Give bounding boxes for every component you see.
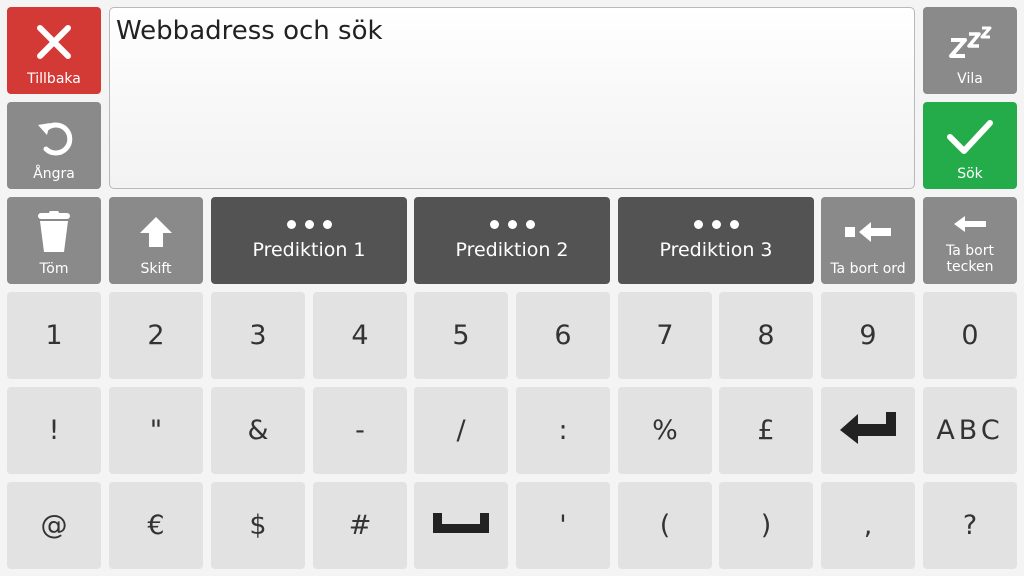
key-label: 3 bbox=[249, 320, 267, 351]
key-8[interactable]: 8 bbox=[719, 292, 813, 379]
key-label: $ bbox=[249, 510, 267, 541]
key-pound[interactable]: £ bbox=[719, 387, 813, 474]
key-at[interactable]: @ bbox=[7, 482, 101, 569]
key-hash[interactable]: # bbox=[313, 482, 407, 569]
key-label: ? bbox=[962, 510, 978, 541]
delete-word-icon bbox=[843, 205, 893, 259]
search-input[interactable]: Webbadress och sök bbox=[109, 7, 915, 189]
key-label: @ bbox=[40, 510, 68, 541]
trash-icon bbox=[37, 205, 71, 259]
key-dollar[interactable]: $ bbox=[211, 482, 305, 569]
prediction-1-button[interactable]: Prediktion 1 bbox=[211, 197, 407, 284]
key-label: , bbox=[863, 510, 873, 541]
delete-char-label-line2: tecken bbox=[946, 258, 994, 275]
key-comma[interactable]: , bbox=[821, 482, 915, 569]
key-label: 6 bbox=[554, 320, 572, 351]
prediction-1-label: Prediktion 1 bbox=[252, 239, 366, 261]
back-button[interactable]: Tillbaka bbox=[7, 7, 101, 94]
undo-icon bbox=[34, 110, 74, 164]
prediction-3-button[interactable]: Prediktion 3 bbox=[618, 197, 814, 284]
shift-arrow-icon bbox=[139, 205, 173, 259]
key-apostrophe[interactable]: ' bbox=[516, 482, 610, 569]
key-exclamation[interactable]: ! bbox=[7, 387, 101, 474]
key-hyphen[interactable]: - bbox=[313, 387, 407, 474]
key-4[interactable]: 4 bbox=[313, 292, 407, 379]
key-label: ( bbox=[659, 510, 671, 541]
key-label: 4 bbox=[351, 320, 369, 351]
key-label: 0 bbox=[961, 320, 979, 351]
prediction-2-label: Prediktion 2 bbox=[455, 239, 569, 261]
key-label: # bbox=[348, 510, 372, 541]
key-3[interactable]: 3 bbox=[211, 292, 305, 379]
clear-button[interactable]: Töm bbox=[7, 197, 101, 284]
key-ampersand[interactable]: & bbox=[211, 387, 305, 474]
key-slash[interactable]: / bbox=[414, 387, 508, 474]
key-6[interactable]: 6 bbox=[516, 292, 610, 379]
search-button[interactable]: Sök bbox=[923, 102, 1017, 189]
close-icon bbox=[36, 15, 72, 69]
space-icon bbox=[432, 510, 490, 541]
key-colon[interactable]: : bbox=[516, 387, 610, 474]
key-close-paren[interactable]: ) bbox=[719, 482, 813, 569]
key-2[interactable]: 2 bbox=[109, 292, 203, 379]
key-0[interactable]: 0 bbox=[923, 292, 1017, 379]
key-label: ABC bbox=[936, 415, 1004, 446]
prediction-2-button[interactable]: Prediktion 2 bbox=[414, 197, 610, 284]
enter-icon bbox=[838, 410, 898, 451]
key-9[interactable]: 9 bbox=[821, 292, 915, 379]
undo-button[interactable]: Ångra bbox=[7, 102, 101, 189]
key-label: ' bbox=[559, 510, 567, 541]
key-5[interactable]: 5 bbox=[414, 292, 508, 379]
key-label: - bbox=[355, 415, 365, 446]
undo-label: Ångra bbox=[33, 165, 75, 182]
delete-word-label: Ta bort ord bbox=[830, 260, 906, 277]
check-icon bbox=[946, 110, 994, 164]
prediction-3-label: Prediktion 3 bbox=[659, 239, 773, 261]
key-label: 8 bbox=[757, 320, 775, 351]
key-label: € bbox=[147, 510, 165, 541]
key-question[interactable]: ? bbox=[923, 482, 1017, 569]
key-label: ! bbox=[48, 415, 60, 446]
key-label: : bbox=[558, 415, 568, 446]
back-label: Tillbaka bbox=[27, 70, 81, 87]
sleep-icon bbox=[947, 15, 993, 69]
clear-label: Töm bbox=[39, 260, 69, 277]
search-input-value: Webbadress och sök bbox=[116, 16, 383, 46]
sleep-button[interactable]: Vila bbox=[923, 7, 1017, 94]
key-label: 7 bbox=[656, 320, 674, 351]
key-label: & bbox=[247, 415, 269, 446]
shift-button[interactable]: Skift bbox=[109, 197, 203, 284]
key-label: 9 bbox=[859, 320, 877, 351]
delete-char-button[interactable]: Ta bort tecken bbox=[923, 197, 1017, 284]
key-label: ) bbox=[760, 510, 772, 541]
ellipsis-icon bbox=[286, 220, 332, 229]
key-7[interactable]: 7 bbox=[618, 292, 712, 379]
key-label: 5 bbox=[452, 320, 470, 351]
key-label: £ bbox=[757, 415, 775, 446]
abc-key[interactable]: ABC bbox=[923, 387, 1017, 474]
key-label: % bbox=[652, 415, 678, 446]
key-label: / bbox=[456, 415, 466, 446]
delete-word-button[interactable]: Ta bort ord bbox=[821, 197, 915, 284]
key-label: 2 bbox=[147, 320, 165, 351]
key-double-quote[interactable]: " bbox=[109, 387, 203, 474]
sleep-label: Vila bbox=[957, 70, 983, 87]
enter-key[interactable] bbox=[821, 387, 915, 474]
ellipsis-icon bbox=[693, 220, 739, 229]
key-1[interactable]: 1 bbox=[7, 292, 101, 379]
shift-label: Skift bbox=[140, 260, 172, 277]
key-label: 1 bbox=[45, 320, 63, 351]
key-percent[interactable]: % bbox=[618, 387, 712, 474]
delete-char-label-line1: Ta bort bbox=[946, 242, 994, 259]
key-open-paren[interactable]: ( bbox=[618, 482, 712, 569]
search-label: Sök bbox=[957, 165, 983, 182]
key-label: " bbox=[149, 415, 163, 446]
space-key[interactable] bbox=[414, 482, 508, 569]
ellipsis-icon bbox=[489, 220, 535, 229]
backspace-arrow-icon bbox=[953, 207, 987, 241]
key-euro[interactable]: € bbox=[109, 482, 203, 569]
